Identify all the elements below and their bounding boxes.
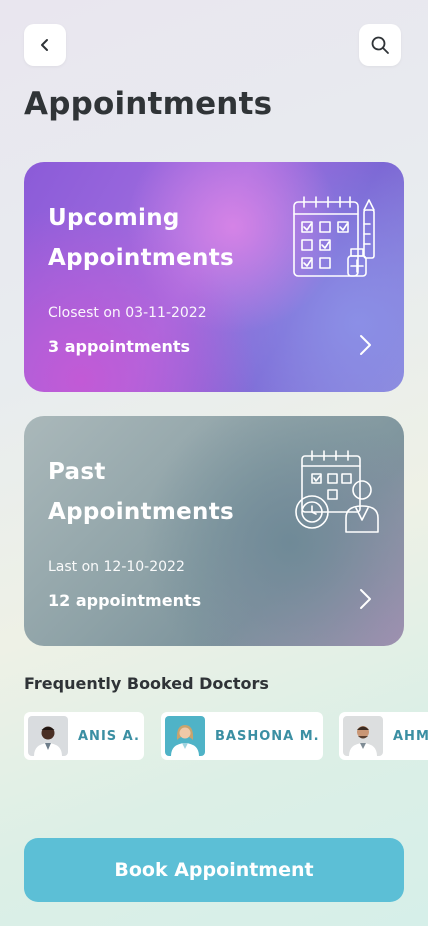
past-card-count: 12 appointments <box>48 591 202 610</box>
search-button[interactable] <box>359 24 401 66</box>
chevron-right-icon <box>360 589 371 609</box>
upcoming-appointments-card[interactable]: Upcoming Appointments Closest on 03-11-2… <box>24 162 404 392</box>
avatar <box>28 716 68 756</box>
back-button[interactable] <box>24 24 66 66</box>
doctor-chip[interactable]: ANIS A. <box>24 712 144 760</box>
doctor-name: ANIS A. <box>78 728 140 744</box>
upcoming-card-subtitle: Closest on 03-11-2022 <box>48 305 207 321</box>
doctor-name: BASHONA M. <box>215 728 320 744</box>
past-card-title: Past Appointments <box>48 459 235 525</box>
chevron-left-icon <box>41 39 48 51</box>
past-card-subtitle: Last on 12-10-2022 <box>48 559 185 575</box>
search-icon <box>371 36 389 54</box>
calendar-checklist-icon <box>293 196 375 277</box>
calendar-doctor-icon <box>295 450 379 533</box>
doctor-chip[interactable]: BASHONA M. <box>161 712 323 760</box>
chevron-right-icon <box>360 335 371 355</box>
section-title: Frequently Booked Doctors <box>24 674 269 693</box>
book-appointment-button[interactable]: Book Appointment <box>24 838 404 902</box>
upcoming-card-count: 3 appointments <box>48 337 191 356</box>
doctor-chip[interactable]: AHMED <box>339 712 428 760</box>
doctors-list: ANIS A. BASHONA M. AHMED <box>24 712 428 760</box>
page-title: Appointments <box>24 86 273 122</box>
avatar <box>343 716 383 756</box>
doctor-name: AHMED <box>393 728 428 744</box>
past-appointments-card[interactable]: Past Appointments Last on 12-10-2022 12 … <box>24 416 404 646</box>
upcoming-card-title: Upcoming Appointments <box>48 205 235 271</box>
avatar <box>165 716 205 756</box>
